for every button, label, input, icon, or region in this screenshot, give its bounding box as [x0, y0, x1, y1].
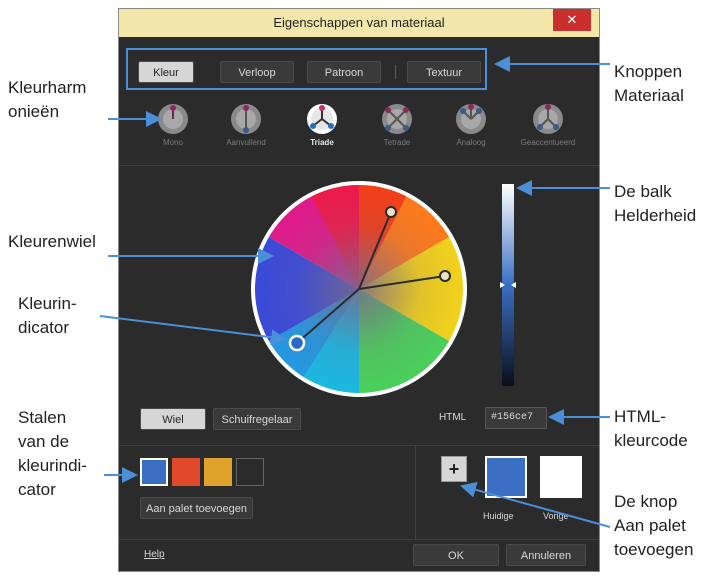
divider [119, 445, 599, 446]
add-to-palette-plus-button[interactable]: + [441, 456, 467, 482]
harmony-geaccentueerd[interactable]: Geaccentueerd [510, 102, 586, 147]
harmony-tetrade-icon [382, 104, 412, 134]
annotation-addbutton: De knop Aan palet toevoegen [614, 492, 694, 559]
previous-label: Vorige [543, 511, 569, 521]
harmony-tetrade[interactable]: Tetrade [359, 102, 435, 147]
slider-button[interactable]: Schuifregelaar [213, 408, 301, 430]
annotation-harmonies: Kleurharm onieën [8, 78, 87, 121]
indicator-swatch-1[interactable] [140, 458, 168, 486]
tab-textuur[interactable]: Textuur [407, 61, 481, 83]
indicator-swatch-2[interactable] [172, 458, 200, 486]
harmony-triade-icon [307, 104, 337, 134]
indicator-swatch-3[interactable] [204, 458, 232, 486]
divider [119, 165, 599, 166]
add-to-palette-left-button[interactable]: Aan palet toevoegen [140, 497, 253, 519]
harmony-analoog[interactable]: Analoog [433, 102, 509, 147]
divider [119, 539, 599, 540]
previous-color-swatch[interactable] [540, 456, 582, 498]
current-label: Huidige [483, 511, 514, 521]
harmony-label: Triade [310, 138, 334, 147]
harmony-triade[interactable]: Triade [284, 102, 360, 147]
harmony-mono-icon [158, 104, 188, 134]
annotation-indicator: Kleurin- dicator [18, 294, 77, 337]
color-indicator-handle[interactable] [385, 206, 397, 218]
tab-patroon[interactable]: Patroon [307, 61, 381, 83]
harmony-aanvullend-icon [231, 104, 261, 134]
brightness-bar[interactable] [500, 184, 516, 386]
color-indicator-handle-main[interactable] [288, 334, 306, 352]
vertical-divider [415, 446, 416, 539]
ok-button[interactable]: OK [413, 544, 499, 566]
harmony-label: Analoog [456, 138, 486, 147]
harmony-analoog-icon [456, 104, 486, 134]
color-wheel[interactable] [249, 179, 469, 399]
help-link[interactable]: Help [144, 549, 165, 560]
html-label: HTML [439, 412, 467, 423]
annotation-swatches: Stalen van de kleurindi- cator [18, 408, 87, 499]
wheel-button[interactable]: Wiel [140, 408, 206, 430]
harmony-mono[interactable]: Mono [135, 102, 211, 147]
indicator-swatch-4[interactable] [236, 458, 264, 486]
annotation-htmlcode: HTML- kleurcode [614, 407, 688, 450]
tab-separator [395, 65, 396, 79]
color-indicator-handle[interactable] [439, 270, 451, 282]
html-color-code-input[interactable]: #156ce7 [485, 407, 547, 429]
harmony-label: Mono [162, 138, 183, 147]
annotation-brightness: De balk Helderheid [614, 182, 697, 225]
harmony-label: Aanvullend [226, 138, 266, 147]
cancel-button[interactable]: Annuleren [506, 544, 586, 566]
harmony-label: Geaccentueerd [520, 138, 576, 147]
title-bar[interactable]: Eigenschappen van materiaal ✕ [119, 9, 599, 37]
close-icon[interactable]: ✕ [553, 9, 591, 31]
current-color-swatch [485, 456, 527, 498]
material-properties-dialog: Eigenschappen van materiaal ✕ Kleur Verl… [118, 8, 600, 572]
annotation-wheel: Kleurenwiel [8, 232, 96, 251]
harmony-aanvullend[interactable]: Aanvullend [208, 102, 284, 147]
harmony-geaccentueerd-icon [533, 104, 563, 134]
harmony-label: Tetrade [383, 138, 411, 147]
annotation-buttons: Knoppen Materiaal [614, 62, 684, 105]
dialog-title: Eigenschappen van materiaal [273, 15, 445, 30]
tab-verloop[interactable]: Verloop [220, 61, 294, 83]
tab-kleur[interactable]: Kleur [138, 61, 194, 83]
